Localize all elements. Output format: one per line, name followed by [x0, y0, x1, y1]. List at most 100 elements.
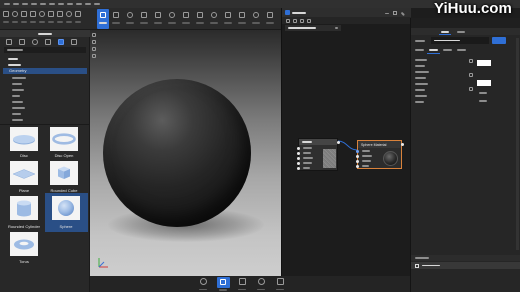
bottom-tool-icon[interactable] — [200, 278, 207, 285]
menu-item[interactable] — [85, 3, 91, 5]
property-value[interactable] — [479, 100, 487, 102]
bottom-tool-icon[interactable] — [277, 278, 284, 285]
subtab[interactable] — [415, 49, 424, 51]
layer-row[interactable] — [411, 262, 520, 269]
color-swatch[interactable] — [477, 60, 491, 66]
tool-icon[interactable] — [169, 12, 175, 18]
shape-item-sphere[interactable] — [52, 196, 80, 220]
list-item[interactable] — [12, 119, 23, 121]
node-input-socket[interactable] — [356, 154, 359, 158]
shape-item-disc-open[interactable] — [50, 127, 78, 151]
menu-item[interactable] — [22, 3, 28, 5]
tool-icon[interactable] — [113, 12, 119, 18]
panel-tab-icon[interactable] — [71, 39, 77, 45]
tool-icon[interactable] — [30, 11, 36, 17]
shape-item-rounded-cube[interactable] — [50, 161, 78, 185]
node-tool-icon[interactable] — [307, 18, 311, 23]
node-input-socket[interactable] — [356, 164, 359, 168]
sphere-object[interactable] — [103, 79, 251, 227]
link-toggle-icon[interactable] — [469, 87, 473, 91]
tab-properties[interactable] — [457, 31, 465, 33]
node-tool-icon[interactable] — [300, 18, 304, 23]
bottom-tool-active[interactable] — [217, 277, 230, 288]
node-input-socket[interactable] — [297, 161, 300, 165]
list-item[interactable] — [12, 101, 23, 103]
tool-icon[interactable] — [197, 12, 203, 18]
menu-item[interactable] — [76, 3, 82, 5]
tool-icon[interactable] — [211, 12, 217, 18]
view-tool-icon[interactable] — [92, 40, 96, 44]
node-tool-icon[interactable] — [293, 18, 297, 23]
panel-tab-icon[interactable] — [19, 39, 25, 45]
tab-material[interactable] — [441, 31, 449, 33]
material-dropdown[interactable] — [285, 25, 341, 31]
link-toggle-icon[interactable] — [469, 59, 473, 63]
tool-icon[interactable] — [3, 11, 9, 17]
panel-tab-icon[interactable] — [6, 39, 12, 45]
view-tool-icon[interactable] — [92, 54, 96, 58]
material-name-input[interactable] — [431, 37, 489, 44]
bottom-tool-icon[interactable] — [239, 278, 246, 285]
list-item[interactable] — [12, 107, 25, 109]
subtab[interactable] — [443, 49, 452, 51]
panel-tab-icon[interactable] — [45, 39, 51, 45]
bottom-tool-icon[interactable] — [258, 278, 265, 285]
node-input-socket[interactable] — [297, 151, 300, 155]
shape-item-torus[interactable] — [10, 232, 38, 256]
node-output-socket[interactable] — [400, 142, 404, 146]
color-swatch[interactable] — [477, 80, 491, 86]
link-toggle-icon[interactable] — [469, 73, 473, 77]
menu-item[interactable] — [49, 3, 55, 5]
panel-scrollbar[interactable] — [516, 38, 519, 250]
subtab[interactable] — [457, 49, 466, 51]
menu-item[interactable] — [31, 3, 37, 5]
tool-icon[interactable] — [267, 12, 273, 18]
panel-tab-icon[interactable] — [32, 39, 38, 45]
view-tool-icon[interactable] — [92, 33, 96, 37]
close-icon[interactable] — [401, 11, 405, 16]
tool-icon[interactable] — [253, 12, 259, 18]
list-item[interactable] — [8, 58, 18, 60]
viewport[interactable] — [90, 30, 281, 276]
node-input-socket[interactable] — [356, 149, 359, 153]
list-item[interactable] — [12, 77, 26, 79]
node-input-socket[interactable] — [297, 166, 300, 170]
list-item-selected[interactable]: Geometry — [3, 68, 87, 74]
node-input-socket[interactable] — [297, 146, 300, 150]
tool-icon[interactable] — [239, 12, 245, 18]
tool-icon[interactable] — [225, 12, 231, 18]
node-tool-icon[interactable] — [286, 18, 290, 23]
category-filter[interactable] — [4, 47, 86, 53]
maximize-icon[interactable] — [393, 10, 397, 15]
material-action-button[interactable] — [492, 37, 506, 44]
node-input-socket[interactable] — [356, 159, 359, 163]
menu-item[interactable] — [40, 3, 46, 5]
active-tool-button[interactable] — [97, 9, 109, 29]
tool-icon[interactable] — [39, 11, 45, 17]
minimize-icon[interactable] — [385, 12, 389, 14]
tool-icon[interactable] — [155, 12, 161, 18]
tool-icon[interactable] — [75, 11, 81, 17]
list-item[interactable] — [12, 113, 21, 115]
panel-tab-icon-active[interactable] — [58, 39, 64, 45]
input-node[interactable] — [297, 138, 340, 171]
menu-item[interactable] — [58, 3, 64, 5]
tool-icon[interactable] — [12, 11, 18, 17]
tool-icon[interactable] — [66, 11, 72, 17]
list-item[interactable] — [8, 64, 21, 66]
node-output-socket[interactable] — [336, 140, 340, 144]
shape-item-rounded-cylinder[interactable] — [10, 196, 38, 220]
property-value[interactable] — [479, 92, 487, 94]
menu-item[interactable] — [67, 3, 73, 5]
material-node[interactable]: Sphere Material — [356, 140, 404, 169]
tool-icon[interactable] — [141, 12, 147, 18]
tool-icon[interactable] — [57, 11, 63, 17]
tool-icon[interactable] — [127, 12, 133, 18]
subtab-active[interactable] — [429, 49, 438, 51]
list-item[interactable] — [12, 83, 22, 85]
list-item[interactable] — [12, 95, 20, 97]
tool-icon[interactable] — [48, 11, 54, 17]
shape-item-disc[interactable] — [10, 127, 38, 151]
node-input-socket[interactable] — [297, 156, 300, 160]
tool-icon[interactable] — [21, 11, 27, 17]
